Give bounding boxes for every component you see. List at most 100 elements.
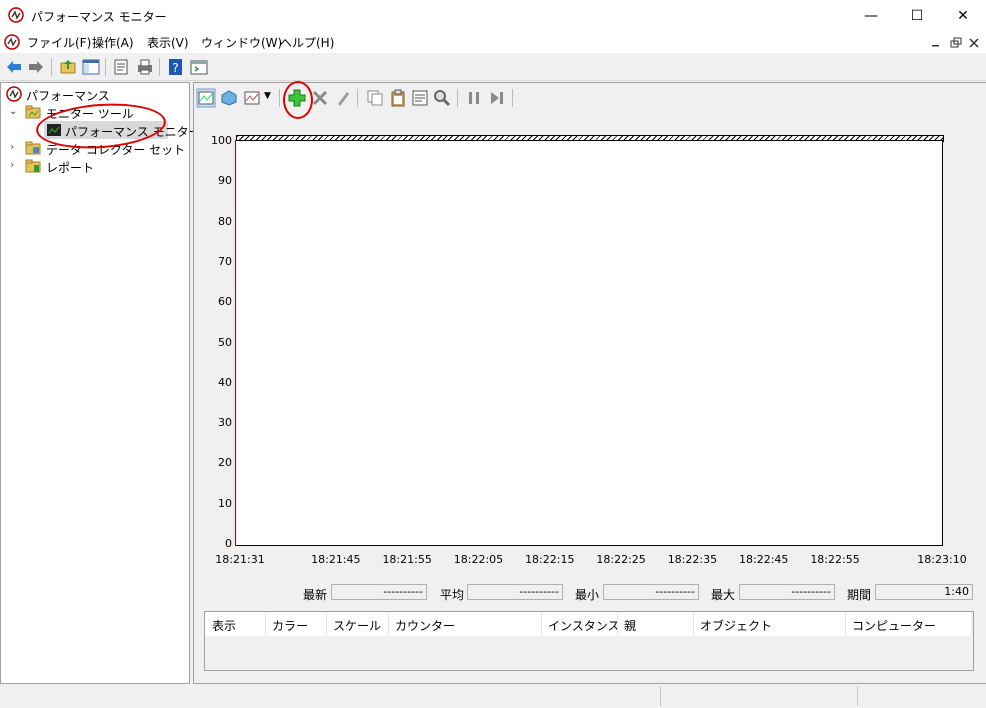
mdi-restore-icon[interactable] — [948, 35, 964, 51]
menu-window[interactable]: ウィンドウ(W) — [201, 34, 282, 51]
toolbar-separator — [159, 58, 160, 76]
zoom-icon[interactable] — [432, 88, 452, 108]
col-divider — [265, 613, 266, 635]
col-divider — [388, 613, 389, 635]
add-counter-icon[interactable] — [287, 88, 307, 108]
x-tick-label: 18:22:05 — [453, 553, 504, 566]
y-tick-label: 90 — [218, 174, 232, 188]
col-header-color[interactable]: カラー — [272, 617, 308, 634]
tree-item-monitor-tools[interactable]: モニター ツール — [46, 105, 134, 122]
change-graph-type-icon[interactable] — [242, 88, 262, 108]
tree-item-performance[interactable]: パフォーマンス — [26, 87, 110, 104]
toolbar-separator — [357, 89, 358, 107]
delete-counter-icon[interactable] — [310, 88, 330, 108]
y-tick-label: 70 — [218, 254, 232, 268]
col-header-instance[interactable]: インスタンス — [548, 617, 620, 634]
dropdown-arrow-icon[interactable]: ▼ — [264, 91, 271, 101]
toolbar-separator — [105, 58, 106, 76]
back-arrow-icon[interactable] — [4, 57, 24, 77]
col-header-show[interactable]: 表示 — [212, 617, 236, 634]
mdi-minimize-icon[interactable] — [928, 35, 944, 51]
y-tick-label: 60 — [218, 295, 232, 309]
copy-properties-icon[interactable] — [365, 88, 385, 108]
window-title: パフォーマンス モニター — [31, 10, 167, 24]
col-header-computer[interactable]: コンピューター — [852, 617, 936, 634]
y-tick-label: 40 — [218, 375, 232, 389]
minimize-button[interactable]: — — [848, 0, 894, 31]
tree-item-reports[interactable]: レポート — [46, 159, 94, 176]
chevron-right-icon[interactable]: › — [10, 140, 14, 153]
col-header-object[interactable]: オブジェクト — [700, 617, 772, 634]
properties-icon[interactable] — [111, 57, 131, 77]
help-icon[interactable]: ? — [166, 57, 186, 77]
maximize-button[interactable]: ☐ — [894, 0, 940, 31]
y-tick-label: 80 — [218, 214, 232, 228]
x-tick-label: 18:22:15 — [525, 553, 575, 566]
menu-action[interactable]: 操作(A) — [92, 34, 134, 51]
x-tick-label: 18:22:55 — [810, 553, 860, 566]
x-tick-label: 18:21:31 — [215, 553, 265, 566]
x-tick-label: 18:22:45 — [739, 553, 789, 566]
tree-item-data-collector-sets[interactable]: データ コレクター セット — [46, 141, 185, 158]
y-tick-label: 30 — [218, 416, 232, 430]
update-data-icon[interactable] — [487, 88, 507, 108]
menu-help[interactable]: ヘルプ(H) — [280, 34, 334, 51]
chevron-down-icon[interactable]: ⌄ — [9, 106, 17, 117]
toolbar-separator — [457, 89, 458, 107]
stat-duration-label: 期間 — [847, 588, 872, 602]
freeze-display-icon[interactable] — [219, 88, 239, 108]
stat-maximum-value: ---------- — [739, 584, 835, 600]
x-tick-label: 18:22:25 — [596, 553, 646, 566]
graph-plot-area[interactable] — [236, 140, 943, 546]
reports-folder-icon — [25, 159, 41, 173]
perfmon-chart-icon — [47, 124, 61, 136]
data-collector-folder-icon — [25, 141, 41, 155]
stat-maximum-label: 最大 — [711, 588, 736, 602]
x-tick-label: 18:21:45 — [311, 553, 361, 566]
print-icon[interactable] — [135, 57, 155, 77]
tree-item-performance-monitor[interactable]: パフォーマンス モニター — [65, 123, 201, 140]
col-header-scale[interactable]: スケール — [333, 617, 381, 634]
paste-counters-icon[interactable] — [388, 88, 408, 108]
x-tick-label: 18:21:55 — [382, 553, 432, 566]
system-menu-icon[interactable] — [4, 34, 20, 50]
toolbar-separator — [51, 58, 52, 76]
graph-properties-icon[interactable] — [410, 88, 430, 108]
stat-minimum-value: ---------- — [603, 584, 699, 600]
stat-last-label: 最新 — [303, 588, 328, 602]
perfmon-root-icon — [6, 86, 22, 102]
col-divider — [617, 613, 618, 635]
highlight-pen-icon[interactable] — [333, 88, 353, 108]
mdi-close-icon[interactable] — [966, 35, 982, 51]
toolbar-separator — [512, 89, 513, 107]
pause-icon[interactable] — [464, 88, 484, 108]
chevron-right-icon[interactable]: › — [10, 158, 14, 171]
folder-icon — [25, 105, 41, 119]
view-graph-icon[interactable] — [196, 88, 216, 108]
stat-average-value: ---------- — [467, 584, 563, 600]
toolbar-separator — [279, 89, 280, 107]
y-axis-line — [235, 140, 236, 546]
col-divider — [541, 613, 542, 635]
y-tick-label: 20 — [218, 456, 232, 470]
perfmon-app-icon — [8, 7, 24, 23]
stat-average-label: 平均 — [440, 588, 465, 602]
up-folder-icon[interactable] — [58, 57, 78, 77]
col-header-parent[interactable]: 親 — [624, 617, 636, 634]
stat-last-value: ---------- — [331, 584, 427, 600]
menu-view[interactable]: 表示(V) — [147, 34, 189, 51]
svg-text:?: ? — [172, 61, 178, 75]
col-divider — [845, 613, 846, 635]
stat-minimum-label: 最小 — [575, 588, 600, 602]
status-divider — [857, 686, 858, 706]
menu-file[interactable]: ファイル(F) — [27, 34, 91, 51]
forward-arrow-icon[interactable] — [26, 57, 46, 77]
y-tick-label: 0 — [225, 537, 232, 550]
col-header-counter[interactable]: カウンター — [395, 617, 455, 634]
status-divider — [660, 686, 661, 706]
show-hide-tree-icon[interactable] — [81, 57, 101, 77]
col-divider — [326, 613, 327, 635]
y-tick-label: 100 — [211, 134, 232, 147]
close-button[interactable]: ✕ — [940, 0, 986, 31]
console-icon[interactable] — [189, 57, 209, 77]
